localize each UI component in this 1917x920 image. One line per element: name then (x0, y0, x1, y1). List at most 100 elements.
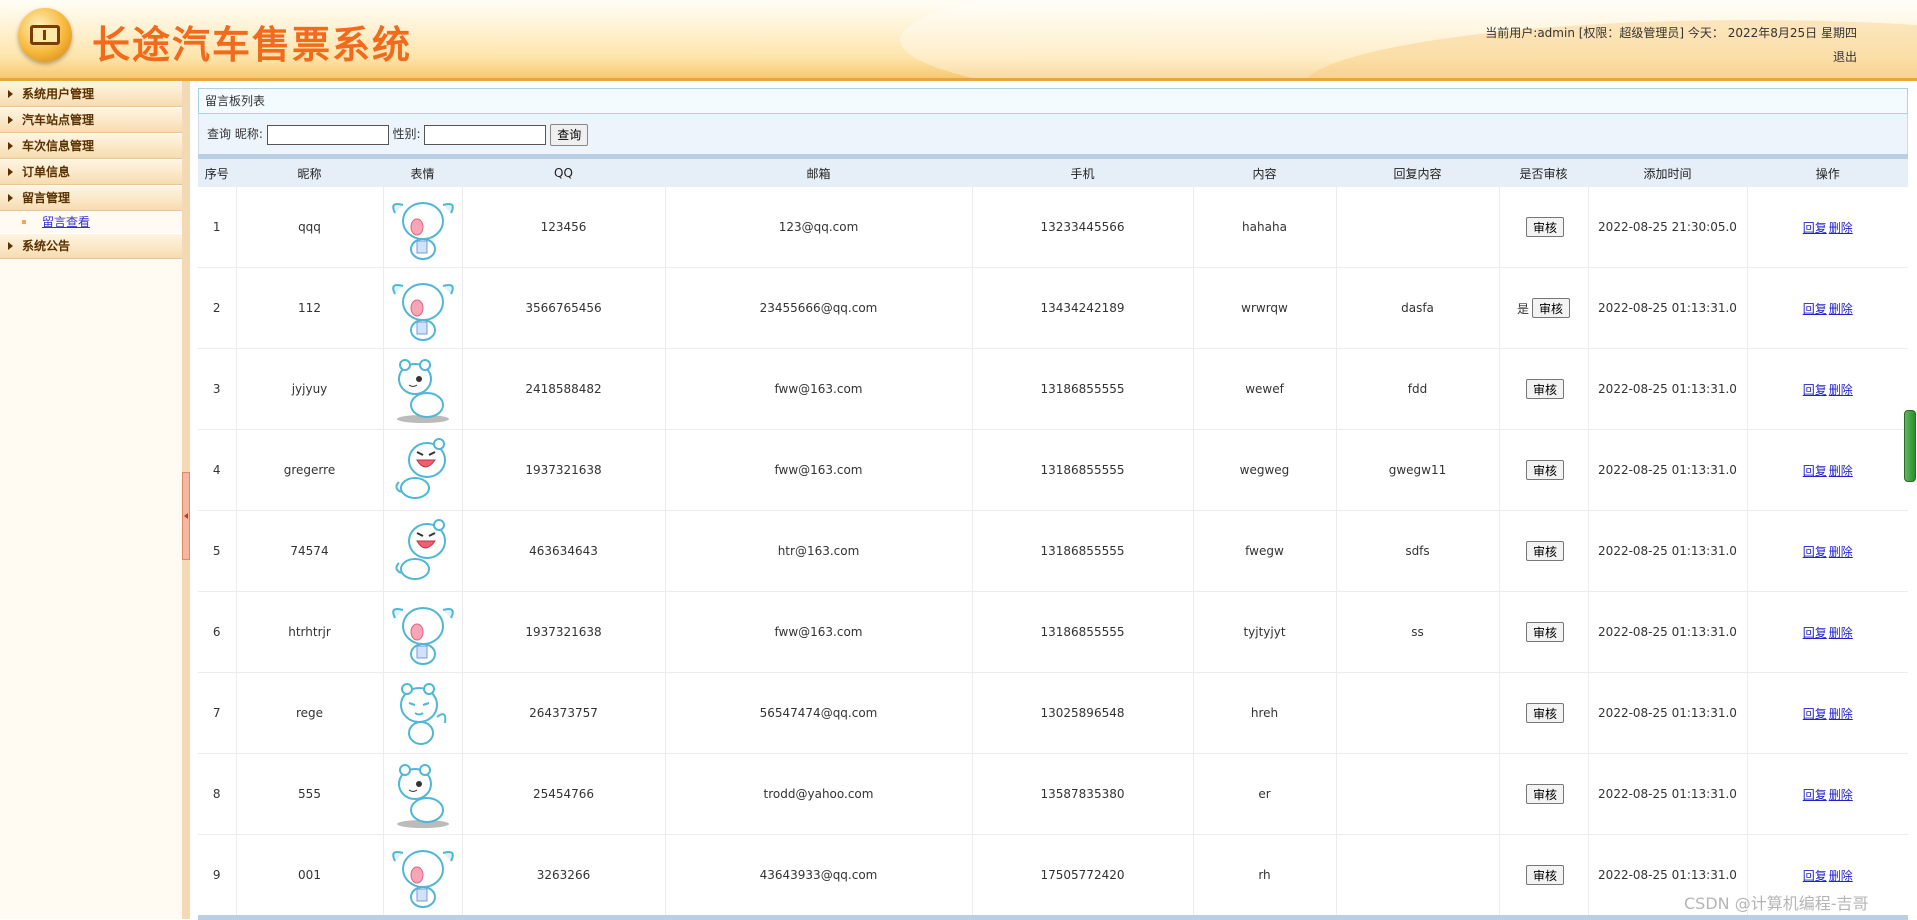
sidebar-item-label: 系统用户管理 (22, 87, 95, 101)
view-messages-link[interactable]: 留言查看 (42, 215, 90, 229)
cell-reply: fdd (1335, 348, 1499, 430)
cell-content: hreh (1192, 672, 1336, 754)
cell-no: 8 (198, 753, 236, 835)
table-row: 2 112 3566765456 23455666@qq.com 13434242189… (198, 267, 1908, 349)
audit-button[interactable]: 审核 (1532, 298, 1571, 318)
cell-content: tyjtyjyt (1192, 591, 1336, 673)
caret-right-icon (8, 90, 13, 98)
header: 长途汽车售票系统 当前用户:admin [权限：超级管理员] 今天： 2022年… (0, 0, 1917, 81)
cell-time: 2022-08-25 01:13:31.0 (1587, 348, 1747, 430)
reply-link[interactable]: 回复 (1803, 464, 1827, 478)
logout-link[interactable]: 退出 (1833, 48, 1857, 65)
audit-button[interactable]: 审核 (1525, 622, 1564, 642)
cell-time: 2022-08-25 01:13:31.0 (1587, 672, 1747, 754)
bear-waving-icon (387, 677, 459, 749)
cell-emoticon (382, 429, 462, 511)
cell-audit: 是审核 (1498, 267, 1588, 349)
cell-content: rh (1192, 834, 1336, 918)
sidebar-item-trips[interactable]: 车次信息管理 (0, 133, 182, 159)
column-header: 内容 (1192, 156, 1336, 187)
column-header: 添加时间 (1587, 156, 1747, 187)
cell-qq: 1937321638 (461, 429, 665, 511)
cell-email: 23455666@qq.com (664, 267, 972, 349)
caret-right-icon (8, 142, 13, 150)
cell-phone: 13434242189 (971, 267, 1193, 349)
panel-title: 留言板列表 (198, 88, 1908, 114)
cell-reply (1335, 187, 1499, 268)
messages-table: 序号 昵称 表情 QQ 邮箱 手机 内容 回复内容 是否审核 添加时间 操作 1… (198, 154, 1908, 920)
cell-audit: 审核 (1498, 753, 1588, 835)
cell-phone: 13233445566 (971, 187, 1193, 268)
cell-reply (1335, 753, 1499, 835)
app-title: 长途汽车售票系统 (92, 22, 413, 67)
sidebar-collapse-handle[interactable] (182, 472, 190, 560)
reply-link[interactable]: 回复 (1803, 221, 1827, 235)
audit-button[interactable]: 审核 (1525, 460, 1564, 480)
reply-link[interactable]: 回复 (1803, 383, 1827, 397)
delete-link[interactable]: 删除 (1829, 545, 1853, 559)
delete-link[interactable]: 删除 (1829, 788, 1853, 802)
audit-button[interactable]: 审核 (1525, 784, 1564, 804)
cell-audit: 审核 (1498, 187, 1588, 268)
cell-email: fww@163.com (664, 591, 972, 673)
sidebar-item-announcements[interactable]: 系统公告 (0, 233, 182, 259)
cell-phone: 17505772420 (971, 834, 1193, 918)
sidebar-item-system-users[interactable]: 系统用户管理 (0, 81, 182, 107)
gender-input[interactable] (424, 124, 547, 145)
delete-link[interactable]: 删除 (1829, 869, 1853, 883)
cell-email: htr@163.com (664, 510, 972, 592)
audit-button[interactable]: 审核 (1525, 865, 1564, 885)
cell-actions: 回复 删除 (1746, 510, 1908, 592)
cell-nickname: qqq (235, 187, 383, 268)
delete-link[interactable]: 删除 (1829, 383, 1853, 397)
reply-link[interactable]: 回复 (1803, 788, 1827, 802)
cell-no: 1 (198, 187, 236, 268)
table-header-row: 序号 昵称 表情 QQ 邮箱 手机 内容 回复内容 是否审核 添加时间 操作 (198, 156, 1908, 187)
sidebar-item-messages[interactable]: 留言管理 (0, 185, 182, 211)
cell-time: 2022-08-25 01:13:31.0 (1587, 267, 1747, 349)
cell-qq: 463634643 (461, 510, 665, 592)
audit-button[interactable]: 审核 (1525, 217, 1564, 237)
table-row: 6 htrhtrjr 1937321638 fww@163.com 1318685555… (198, 591, 1908, 673)
delete-link[interactable]: 删除 (1829, 302, 1853, 316)
cell-email: 56547474@qq.com (664, 672, 972, 754)
reply-link[interactable]: 回复 (1803, 302, 1827, 316)
nickname-input[interactable] (266, 124, 389, 145)
cell-qq: 2418588482 (461, 348, 665, 430)
audit-button[interactable]: 审核 (1525, 703, 1564, 723)
delete-link[interactable]: 删除 (1829, 464, 1853, 478)
scrollbar-thumb[interactable] (1904, 410, 1916, 482)
reply-link[interactable]: 回复 (1803, 626, 1827, 640)
cell-no: 5 (198, 510, 236, 592)
reply-link[interactable]: 回复 (1803, 707, 1827, 721)
delete-link[interactable]: 删除 (1829, 707, 1853, 721)
caret-right-icon (8, 116, 13, 124)
delete-link[interactable]: 删除 (1829, 221, 1853, 235)
cell-emoticon (382, 187, 462, 268)
cell-qq: 123456 (461, 187, 665, 268)
cell-emoticon (382, 834, 462, 918)
cell-emoticon (382, 591, 462, 673)
cell-reply (1335, 672, 1499, 754)
caret-right-icon (8, 194, 13, 202)
cell-audit: 审核 (1498, 834, 1588, 918)
bear-holding-icon (387, 272, 459, 344)
cell-emoticon (382, 348, 462, 430)
search-button[interactable]: 查询 (550, 123, 589, 146)
audit-button[interactable]: 审核 (1525, 379, 1564, 399)
cell-actions: 回复 删除 (1746, 348, 1908, 430)
delete-link[interactable]: 删除 (1829, 626, 1853, 640)
audit-button[interactable]: 审核 (1525, 541, 1564, 561)
reply-link[interactable]: 回复 (1803, 545, 1827, 559)
bear-laughing-icon (387, 515, 459, 587)
cell-qq: 25454766 (461, 753, 665, 835)
cell-reply: gwegw11 (1335, 429, 1499, 511)
sidebar-item-stations[interactable]: 汽车站点管理 (0, 107, 182, 133)
reply-link[interactable]: 回复 (1803, 869, 1827, 883)
cell-nickname: 74574 (235, 510, 383, 592)
cell-actions: 回复 删除 (1746, 753, 1908, 835)
cell-nickname: gregerre (235, 429, 383, 511)
sidebar-item-orders[interactable]: 订单信息 (0, 159, 182, 185)
column-header: QQ (461, 156, 665, 187)
sidebar-item-label: 系统公告 (22, 239, 71, 253)
